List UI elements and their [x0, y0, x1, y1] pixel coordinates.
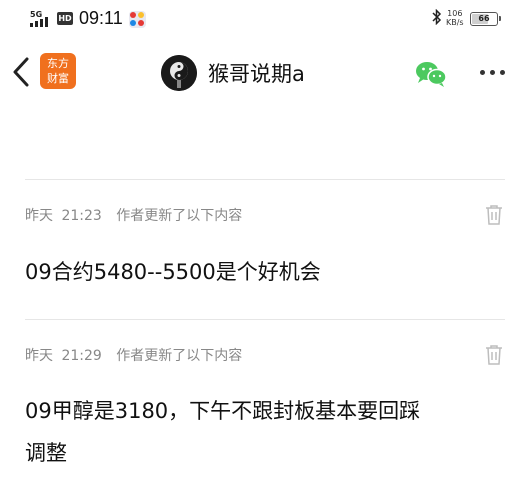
back-button[interactable]: [10, 54, 34, 90]
bluetooth-icon: [432, 8, 442, 29]
message-meta: 昨天 21:23 作者更新了以下内容: [25, 205, 242, 225]
page-title: 猴哥说期a: [208, 62, 305, 86]
status-time: 09:11: [79, 8, 123, 28]
network-speed-unit: KB/s: [446, 18, 464, 27]
battery-percent: 66: [478, 14, 490, 23]
notification-app-icon: [129, 11, 146, 28]
more-options-button[interactable]: [478, 70, 508, 76]
message-meta: 昨天 21:29 作者更新了以下内容: [25, 345, 242, 365]
message-time: 21:29: [61, 348, 102, 364]
message-text-line: 09甲醇是3180，下午不跟封板基本要回踩: [25, 399, 421, 423]
brand-line2: 财富: [47, 72, 69, 85]
delete-button[interactable]: [485, 204, 503, 226]
avatar[interactable]: [161, 55, 197, 91]
divider: [25, 319, 505, 320]
hd-badge: HD: [57, 12, 73, 25]
signal-icon: 5G: [30, 10, 54, 27]
trash-icon: [486, 345, 502, 365]
network-speed-value: 106: [447, 9, 463, 18]
message-date: 昨天: [25, 208, 53, 224]
eastmoney-logo[interactable]: 东方 财富: [40, 53, 76, 89]
update-note: 作者更新了以下内容: [116, 348, 243, 364]
brand-line1: 东方: [47, 57, 69, 70]
update-note: 作者更新了以下内容: [116, 208, 243, 224]
back-arrow-icon: [13, 57, 29, 87]
top-nav-bar: 东方 财富 猴哥说期a: [0, 40, 530, 106]
delete-button[interactable]: [485, 344, 503, 366]
network-speed: 106 KB/s: [446, 9, 464, 27]
message-text: 09合约5480--5500是个好机会: [25, 260, 321, 284]
avatar-image: [161, 55, 197, 91]
wechat-share-button[interactable]: [414, 60, 448, 88]
network-type: 5G: [30, 10, 43, 19]
trash-icon: [486, 205, 502, 225]
battery-icon: 66: [470, 12, 501, 26]
message-text: 09甲醇是3180，下午不跟封板基本要回踩 调整: [25, 390, 505, 474]
wechat-icon: [416, 62, 447, 87]
message-date: 昨天: [25, 348, 53, 364]
message-text-line: 调整: [25, 441, 67, 465]
status-bar: 5G HD 09:11 106 KB/s 66: [0, 0, 530, 40]
message-time: 21:23: [61, 208, 102, 224]
divider: [25, 179, 505, 180]
